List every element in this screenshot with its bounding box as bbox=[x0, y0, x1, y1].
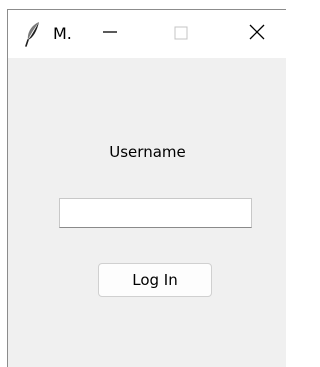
window-title: M. bbox=[53, 24, 72, 43]
window-content: Username Log In bbox=[8, 58, 286, 367]
username-input[interactable] bbox=[59, 198, 252, 228]
minimize-button[interactable] bbox=[87, 10, 133, 58]
close-icon bbox=[249, 24, 265, 44]
app-window: M. Username Log In bbox=[7, 9, 286, 367]
feather-icon bbox=[24, 21, 42, 47]
username-label: Username bbox=[109, 143, 186, 161]
maximize-icon bbox=[174, 25, 188, 44]
maximize-button[interactable] bbox=[158, 10, 204, 58]
minimize-icon bbox=[102, 24, 118, 44]
title-bar[interactable]: M. bbox=[8, 10, 286, 58]
close-button[interactable] bbox=[234, 10, 280, 58]
login-button[interactable]: Log In bbox=[98, 263, 212, 297]
